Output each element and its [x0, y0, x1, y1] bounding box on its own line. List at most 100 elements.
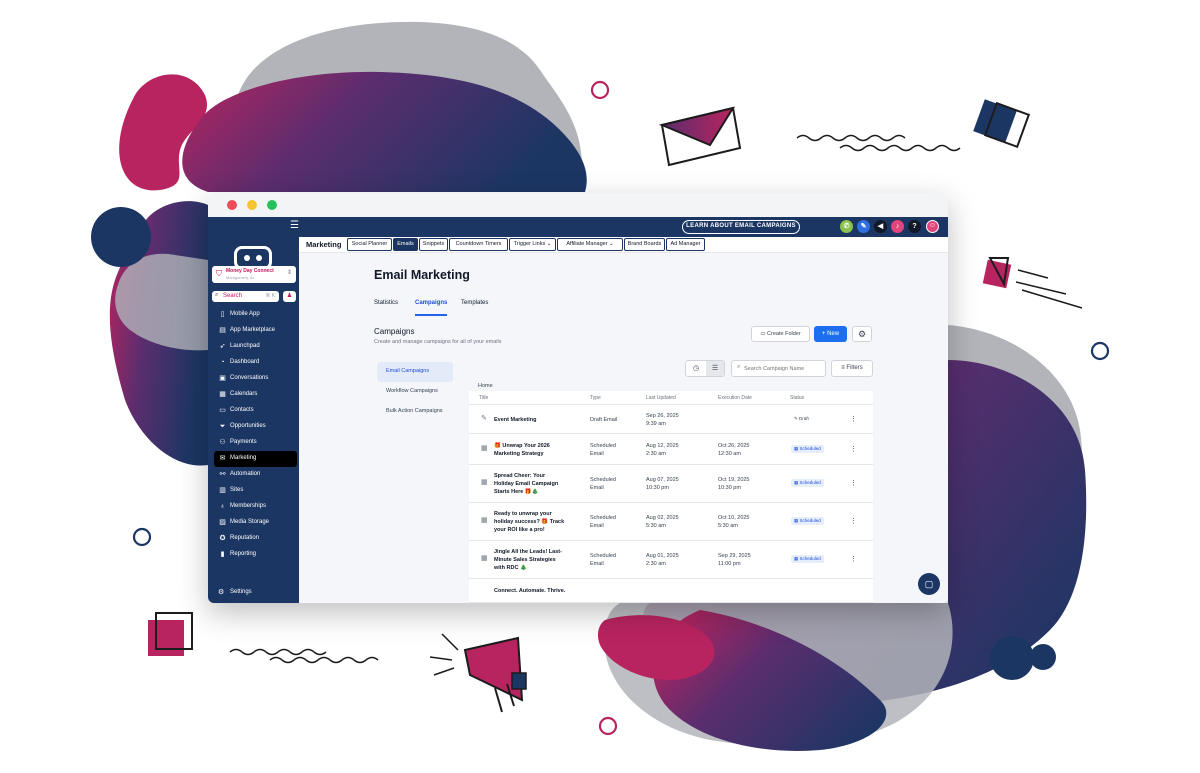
campaign-title[interactable]: Event Marketing	[494, 416, 536, 424]
campaign-title[interactable]: Connect. Automate. Thrive.	[494, 587, 565, 595]
campaign-type-line: Scheduled	[590, 553, 616, 559]
nav-bulk-action-campaigns[interactable]: Bulk Action Campaigns	[377, 402, 453, 422]
filters-label: Filters	[846, 365, 863, 371]
minimize-window-dot[interactable]	[247, 200, 257, 210]
sidebar-item-marketing[interactable]: ✉ Marketing	[214, 451, 297, 467]
sidebar-item-sites[interactable]: ▥ Sites	[214, 483, 297, 499]
chat-widget-button[interactable]: ▢	[918, 573, 940, 595]
user-avatar-icon[interactable]: ☺	[926, 220, 939, 233]
sidebar-item-dashboard[interactable]: ◔ Dashboard	[214, 355, 297, 371]
table-row[interactable]: ✎ Event Marketing Draft Email Sep 26, 2025 9…	[469, 405, 873, 434]
subtab-snippets[interactable]: Snippets	[419, 238, 448, 251]
nav-email-campaigns[interactable]: Email Campaigns	[377, 362, 453, 382]
sidebar-item-opportunities[interactable]: ⏷ Opportunities	[214, 419, 297, 435]
execution-date-line: Sep 29, 2025	[718, 553, 751, 559]
execution-date-line: Oct 19, 2025	[718, 477, 750, 483]
chat-icon: ▣	[219, 375, 226, 382]
table-row[interactable]: ▦ 🎁 Unwrap Your 2026 Marketing Strategy Sch…	[469, 434, 873, 465]
pencil-doodle-right	[982, 257, 1083, 309]
column-header-last-updated: Last Updated	[646, 395, 676, 401]
campaign-type: Scheduled Email	[590, 514, 616, 530]
tab-statistics[interactable]: Statistics	[374, 300, 398, 306]
sidebar-item-conversations[interactable]: ▣ Conversations	[214, 371, 297, 387]
subtab-ad-manager[interactable]: Ad Manager	[666, 238, 705, 251]
campaign-title[interactable]: 🎁 Unwrap Your 2026 Marketing Strategy	[494, 442, 550, 458]
sidebar-item-launchpad[interactable]: ➶ Launchpad	[214, 339, 297, 355]
menu-toggle-icon[interactable]: ☰	[290, 221, 299, 231]
campaigns-table: Title Type Last Updated Execution Date S…	[469, 391, 873, 603]
close-window-dot[interactable]	[227, 200, 237, 210]
sidebar-item-media-storage[interactable]: ▨ Media Storage	[214, 515, 297, 531]
row-menu-icon[interactable]: ⋮	[850, 445, 857, 453]
phone-icon[interactable]: ✆	[840, 220, 853, 233]
sidebar-item-contacts[interactable]: ▭ Contacts	[214, 403, 297, 419]
sidebar-item-label: Launchpad	[230, 343, 260, 349]
ring-left	[132, 527, 152, 547]
last-updated: Aug 02, 2025 5:30 am	[646, 514, 679, 530]
row-menu-icon[interactable]: ⋮	[850, 517, 857, 525]
navy-dot-right-large	[990, 636, 1034, 680]
sidebar-item-calendars[interactable]: ▦ Calendars	[214, 387, 297, 403]
account-switcher[interactable]: ⛉ Money Day Connect Montgomery, AL ⇕	[212, 266, 296, 283]
row-menu-icon[interactable]: ⋮	[850, 415, 857, 423]
status-badge: ✎ Draft	[791, 415, 812, 423]
ring-right	[1090, 341, 1110, 361]
row-menu-icon[interactable]: ⋮	[850, 479, 857, 487]
table-row[interactable]: ▦ Jingle All the Leads! Last- Minute Sales…	[469, 541, 873, 579]
campaign-title-line: Minute Sales Strategies	[494, 557, 556, 563]
campaign-title[interactable]: Spread Cheer: Your Holiday Email Campaign…	[494, 472, 558, 496]
tab-campaigns[interactable]: Campaigns	[415, 300, 447, 306]
sidebar-item-automation[interactable]: ⚯ Automation	[214, 467, 297, 483]
subtab-affiliate-manager[interactable]: Affiliate Manager ⌄	[557, 238, 623, 251]
breadcrumb[interactable]: Home	[478, 383, 493, 389]
section-subtitle: Create and manage campaigns for all of y…	[374, 339, 502, 345]
subtab-trigger-links[interactable]: Trigger Links ⌄	[509, 238, 556, 251]
last-updated-line: 2:30 am	[646, 451, 666, 457]
nav-workflow-campaigns[interactable]: Workflow Campaigns	[377, 382, 453, 402]
sidebar-item-reputation[interactable]: ✪ Reputation	[214, 531, 297, 547]
campaign-title-line: 🎁 Unwrap Your 2026	[494, 443, 550, 449]
row-menu-icon[interactable]: ⋮	[850, 555, 857, 563]
sidebar-item-settings[interactable]: ⚙ Settings	[214, 586, 294, 600]
list-view-icon[interactable]: ☰	[706, 361, 724, 376]
table-row[interactable]: ▦ Ready to unwrap your holiday success? 🎁 …	[469, 503, 873, 541]
sidebar-item-payments[interactable]: ⚇ Payments	[214, 435, 297, 451]
campaign-title-line: Starts Here 🎁🎄	[494, 489, 539, 495]
status-label: Scheduled	[799, 480, 821, 485]
subtab-countdown-timers[interactable]: Countdown Timers	[449, 238, 508, 251]
new-campaign-button[interactable]: + New	[814, 326, 847, 342]
learn-email-campaigns-button[interactable]: LEARN ABOUT EMAIL CAMPAIGNS	[682, 220, 800, 234]
last-updated-line: Aug 01, 2025	[646, 553, 679, 559]
subtab-emails[interactable]: Emails	[393, 238, 418, 251]
help-icon[interactable]: ?	[908, 220, 921, 233]
campaign-title[interactable]: Jingle All the Leads! Last- Minute Sales …	[494, 548, 562, 572]
sidebar-search[interactable]: ⌕ Search ⌘ K	[212, 291, 279, 302]
maximize-window-dot[interactable]	[267, 200, 277, 210]
table-row[interactable]: ▦ Spread Cheer: Your Holiday Email Campaig…	[469, 465, 873, 503]
subtab-social-planner[interactable]: Social Planner	[347, 238, 392, 251]
create-folder-button[interactable]: ▭ Create Folder	[751, 326, 810, 342]
campaign-type-line: Email	[590, 561, 604, 567]
reputation-icon: ✪	[219, 535, 226, 542]
column-header-title: Title	[479, 395, 489, 401]
campaign-title-line: with RDC 🎄	[494, 565, 527, 571]
column-header-status: Status	[790, 395, 805, 401]
sidebar-item-mobile-app[interactable]: ▯ Mobile App	[214, 307, 297, 323]
megaphone-icon[interactable]: ◀	[874, 220, 887, 233]
clock-icon[interactable]: ◷	[687, 364, 705, 372]
media-icon: ▨	[219, 519, 226, 526]
filters-button[interactable]: ≡ Filters	[831, 360, 873, 377]
bell-icon[interactable]: ♪	[891, 220, 904, 233]
sidebar-item-memberships[interactable]: ♁ Memberships	[214, 499, 297, 515]
subtab-brand-boards[interactable]: Brand Boards	[624, 238, 665, 251]
tab-templates[interactable]: Templates	[461, 300, 488, 306]
sidebar-item-app-marketplace[interactable]: ▤ App Marketplace	[214, 323, 297, 339]
settings-gear-button[interactable]: ⚙	[852, 326, 872, 342]
sidebar-item-reporting[interactable]: ▮ Reporting	[214, 547, 297, 563]
table-row[interactable]: Connect. Automate. Thrive.	[469, 579, 873, 603]
magic-icon[interactable]: ✎	[857, 220, 870, 233]
user-icon[interactable]: ♟	[283, 291, 296, 302]
campaign-search-input[interactable]	[744, 363, 824, 375]
megaphone-icon	[429, 633, 527, 713]
campaign-title[interactable]: Ready to unwrap your holiday success? 🎁 T…	[494, 510, 564, 534]
